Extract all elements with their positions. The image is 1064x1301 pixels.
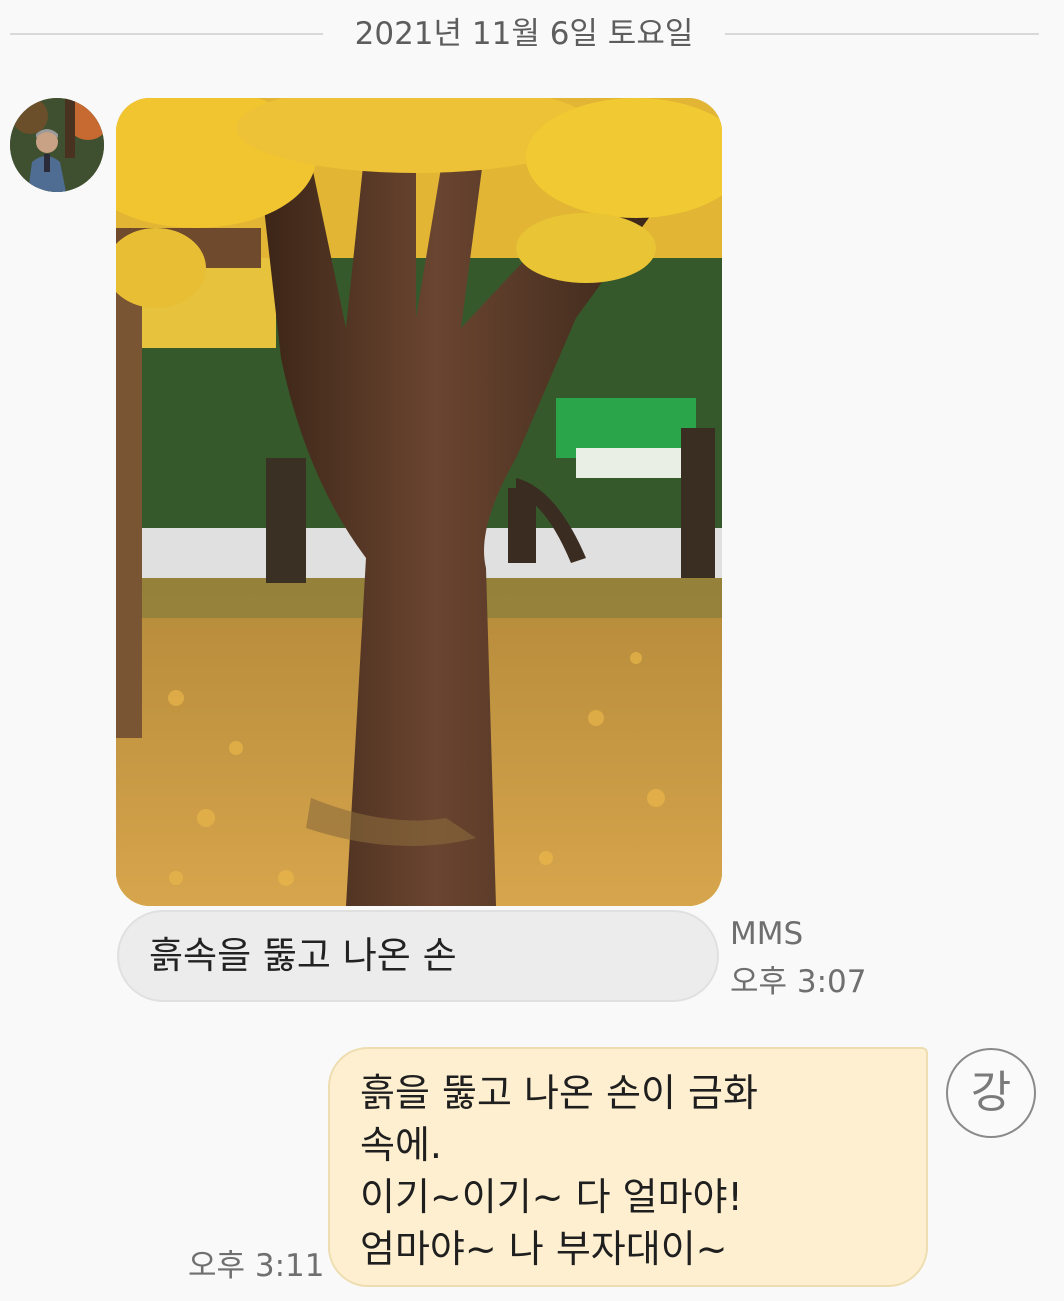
autumn-tree-photo-icon <box>116 98 722 906</box>
person-photo-avatar-icon <box>10 98 104 192</box>
outgoing-message-bubble[interactable]: 흙을 뚫고 나온 손이 금화 속에. 이기~이기~ 다 얼마야! 엄마야~ 나 … <box>328 1047 928 1287</box>
divider-line-left <box>10 33 323 35</box>
divider-line-right <box>725 33 1039 35</box>
incoming-timestamp: 오후 3:07 <box>730 964 867 1000</box>
sender-avatar[interactable] <box>10 98 104 192</box>
outgoing-line: 엄마야~ 나 부자대이~ <box>360 1227 728 1271</box>
outgoing-line: 이기~이기~ 다 얼마야! <box>360 1175 743 1219</box>
date-label: 2021년 11월 6일 토요일 <box>354 16 694 52</box>
incoming-message-text: 흙속을 뚫고 나온 손 <box>149 934 457 977</box>
message-type-label: MMS <box>730 916 804 952</box>
outgoing-message-text: 흙을 뚫고 나온 손이 금화 속에. 이기~이기~ 다 얼마야! 엄마야~ 나 … <box>360 1067 880 1275</box>
conversation-screen: 2021년 11월 6일 토요일 흙속을 뚫고 나온 손 MMS 오후 3:07… <box>0 0 1064 1301</box>
image-attachment[interactable] <box>116 98 722 906</box>
contact-initial-avatar[interactable]: 강 <box>946 1048 1036 1138</box>
outgoing-line: 속에. <box>360 1123 442 1167</box>
date-divider: 2021년 11월 6일 토요일 <box>0 10 1064 58</box>
outgoing-line: 흙을 뚫고 나온 손이 금화 <box>360 1071 758 1115</box>
incoming-message-bubble[interactable]: 흙속을 뚫고 나온 손 <box>117 910 719 1002</box>
outgoing-timestamp: 오후 3:11 <box>188 1248 325 1284</box>
